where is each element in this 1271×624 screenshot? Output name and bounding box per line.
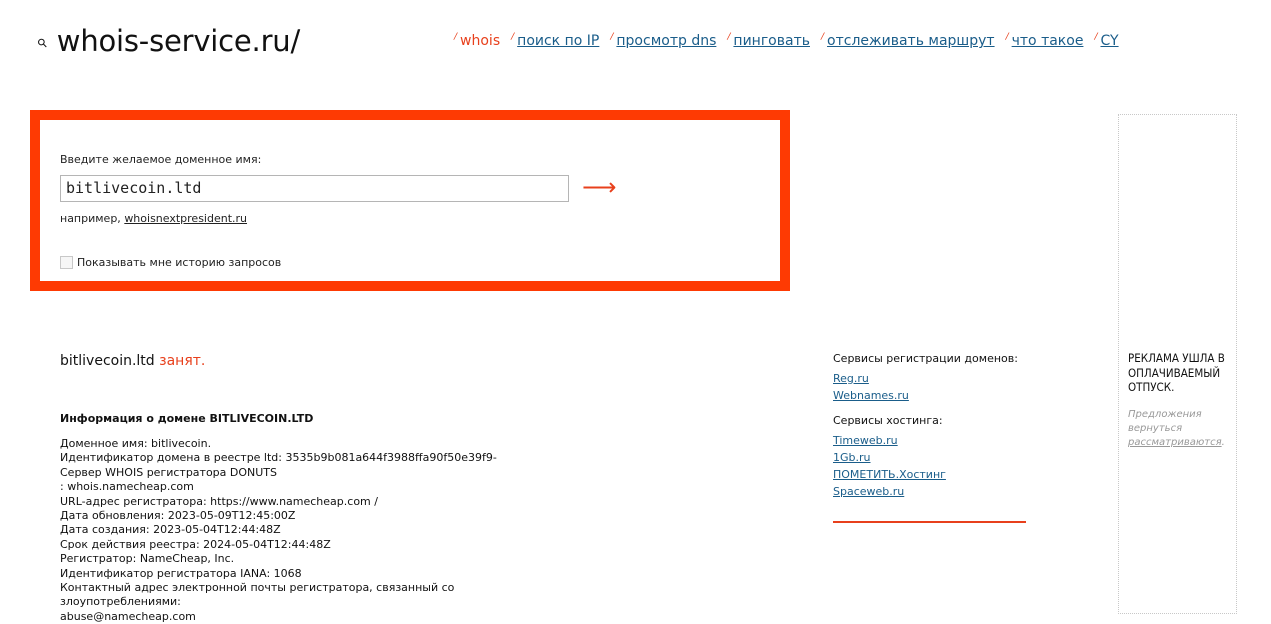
whois-line: Регистратор: NameCheap, Inc. [60, 552, 235, 566]
domain-input[interactable]: bitlivecoin.ltd [60, 175, 569, 202]
nav-item-what-is[interactable]: / что такое [1006, 32, 1084, 49]
whois-line: Доменное имя: bitlivecoin. [60, 437, 212, 450]
whois-record: Доменное имя: bitlivecoin. Идентификатор… [60, 437, 530, 624]
service-link-mark-hosting[interactable]: ПОМЕТИТЬ.Хостинг [833, 468, 1033, 481]
nav-item-ip-search[interactable]: / поиск по IP [511, 32, 599, 49]
whois-line: URL-адрес регистратора: https://www.name… [60, 494, 378, 508]
search-form: Введите желаемое доменное имя: bitliveco… [30, 110, 790, 291]
example-hint: например, whoisnextpresident.ru [60, 212, 247, 225]
service-link-spaceweb[interactable]: Spaceweb.ru [833, 485, 1033, 498]
nav-link-dns[interactable]: просмотр dns [616, 33, 716, 49]
whois-line: Контактный адрес электронной почты регис… [60, 581, 458, 609]
hosting-heading: Сервисы хостинга: [833, 414, 943, 427]
top-nav: / whois / поиск по IP / просмотр dns / п… [454, 32, 1130, 49]
site-logo[interactable]: ⚲ whois-service.ru/ [34, 24, 301, 58]
whois-line: Дата создания: 2023-05-04T12:44:48Z [60, 523, 281, 537]
service-link-1gb[interactable]: 1Gb.ru [833, 451, 1033, 464]
nav-item-whois[interactable]: / whois [454, 32, 501, 49]
nav-item-cy[interactable]: / CY [1094, 32, 1118, 49]
ad-note-prefix: Предложения вернуться [1128, 409, 1202, 434]
logo-text: whois-service.ru/ [56, 24, 301, 58]
nav-link-traceroute[interactable]: отслеживать маршрут [827, 33, 995, 49]
whois-line: Идентификатор домена в реестре ltd: 3535… [60, 451, 497, 479]
example-link[interactable]: whoisnextpresident.ru [124, 212, 247, 225]
nav-link-what-is[interactable]: что такое [1012, 33, 1084, 49]
domain-prompt-label: Введите желаемое доменное имя: [60, 153, 262, 166]
nav-link-ip-search[interactable]: поиск по IP [517, 33, 599, 49]
history-checkbox[interactable] [60, 256, 73, 269]
result-domain: bitlivecoin.ltd [60, 353, 155, 369]
nav-label: whois [460, 33, 501, 49]
ad-note-suffix: . [1221, 437, 1225, 448]
whois-line: Идентификатор регистратора IANA: 1068 [60, 566, 302, 580]
ad-note: Предложения вернуться рассматриваются. [1128, 408, 1234, 450]
history-toggle[interactable]: Показывать мне историю запросов [60, 256, 281, 269]
nav-item-traceroute[interactable]: / отслеживать маршрут [821, 32, 995, 49]
service-link-timeweb[interactable]: Timeweb.ru [833, 434, 1033, 447]
ad-title: РЕКЛАМА УШЛА В ОПЛАЧИВАЕМЫЙ ОТПУСК. [1128, 351, 1225, 394]
status-badge: занят. [159, 353, 206, 369]
magnifier-icon: ⚲ [34, 34, 51, 52]
services-divider [833, 521, 1026, 523]
nav-link-ping[interactable]: пинговать [733, 33, 810, 49]
submit-arrow-icon[interactable]: ⟶ [582, 175, 616, 199]
whois-line: : whois.namecheap.com [60, 480, 194, 494]
nav-item-ping[interactable]: / пинговать [727, 32, 810, 49]
services-panel: Сервисы регистрации доменов: Reg.ru Webn… [833, 352, 1033, 502]
service-link-webnames[interactable]: Webnames.ru [833, 389, 1033, 402]
nav-link-cy[interactable]: CY [1100, 33, 1118, 49]
nav-item-dns[interactable]: / просмотр dns [610, 32, 716, 49]
whois-line: abuse@namecheap.com [60, 609, 196, 623]
registration-heading: Сервисы регистрации доменов: [833, 352, 1018, 365]
info-heading: Информация о домене BITLIVECOIN.LTD [60, 412, 314, 425]
whois-line: Срок действия реестра: 2024-05-04T12:44:… [60, 537, 331, 551]
result-title: bitlivecoin.ltd занят. [60, 353, 205, 369]
history-label: Показывать мне историю запросов [77, 256, 282, 269]
ad-column: РЕКЛАМА УШЛА В ОПЛАЧИВАЕМЫЙ ОТПУСК. Пред… [1118, 114, 1237, 614]
whois-line: Дата обновления: 2023-05-09T12:45:00Z [60, 509, 296, 523]
service-link-reg[interactable]: Reg.ru [833, 372, 1033, 385]
ad-note-link[interactable]: рассматриваются [1128, 437, 1222, 448]
example-prefix: например, [60, 212, 125, 225]
